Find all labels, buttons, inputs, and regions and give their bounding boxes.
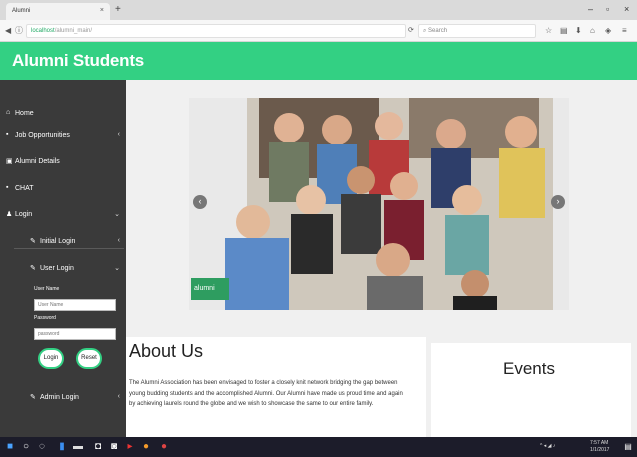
search-input[interactable]: ⌕ Search (418, 24, 536, 38)
firefox-icon[interactable]: ● (140, 441, 152, 453)
sidebar-item-label: User Login (40, 265, 74, 272)
chat-icon: ▪ (6, 184, 9, 191)
sidebar-item-chat[interactable]: ▪ CHAT (0, 178, 126, 200)
user-login-form: User Name Password (34, 286, 120, 344)
back-arrow-icon[interactable]: ◀ (5, 26, 11, 35)
chevron-left-icon: ‹ (117, 237, 120, 244)
url-path: /alumni_main/ (54, 28, 93, 34)
sidebar-item-initial-login[interactable]: ✎ Initial Login ‹ (0, 231, 126, 253)
shield-icon[interactable]: ◈ (605, 26, 611, 35)
username-input[interactable] (34, 299, 116, 311)
pencil-icon: ✎ (30, 238, 36, 245)
clock-date[interactable]: 1/1/2017 (590, 447, 609, 453)
star-icon[interactable]: ☆ (545, 26, 552, 35)
sidebar-item-label: Job Opportunities (15, 132, 70, 139)
minimize-button[interactable]: – (588, 4, 593, 14)
password-input[interactable] (34, 328, 116, 340)
sidebar: ⌂ Home ▪ Job Opportunities ‹ ▣ Alumni De… (0, 80, 126, 437)
url-input[interactable]: localhost/alumni_main/ (26, 24, 406, 38)
mail-icon[interactable]: ◙ (108, 441, 120, 453)
carousel-caption: alumni (191, 278, 229, 300)
sidebar-item-label: Initial Login (40, 238, 76, 245)
id-card-icon: ▣ (6, 158, 13, 165)
browser-tab[interactable]: Alumni × (6, 3, 110, 20)
reset-button[interactable]: Reset (76, 348, 102, 369)
windows-start-icon[interactable]: ■ (4, 441, 16, 453)
chevron-down-icon: ⌄ (114, 211, 120, 218)
home-button-icon[interactable]: ⌂ (590, 26, 595, 35)
sidebar-item-label: Alumni Details (15, 158, 60, 165)
main-content: ‹ › alumni About Us The Alumni Associati… (126, 80, 637, 437)
cortana-icon[interactable]: ◌ (36, 441, 48, 453)
sidebar-item-login[interactable]: ♟ Login ⌄ (0, 204, 126, 226)
user-icon: ♟ (6, 211, 13, 218)
carousel-next-button[interactable]: › (551, 195, 565, 209)
edge-browser-icon[interactable]: ▮ (56, 441, 68, 453)
store-icon[interactable]: ◘ (92, 441, 104, 453)
url-host: localhost (31, 28, 55, 34)
tab-close-icon[interactable]: × (100, 7, 104, 14)
home-icon: ⌂ (6, 109, 11, 116)
sidebar-item-home[interactable]: ⌂ Home (0, 103, 126, 125)
browser-address-bar: ◀ ⓘ localhost/alumni_main/ ⟳ ⌕ Search ☆ … (0, 20, 637, 42)
app-icon[interactable]: ● (158, 441, 170, 453)
divider (14, 248, 124, 249)
site-header: Alumni Students (0, 42, 637, 80)
sidebar-item-label: CHAT (15, 185, 34, 192)
notification-icon[interactable]: ▤ (622, 441, 634, 453)
menu-icon[interactable]: ≡ (622, 26, 627, 35)
sidebar-item-user-login[interactable]: ✎ User Login ⌄ (0, 258, 126, 280)
clock-time[interactable]: 7:57 AM (590, 440, 608, 446)
about-title: About Us (129, 341, 204, 361)
events-section: Events (431, 343, 631, 437)
sidebar-item-label: Home (15, 110, 34, 117)
system-tray-icons[interactable]: ^ ◂ ◢ ♪ (540, 443, 555, 449)
carousel-prev-button[interactable]: ‹ (193, 195, 207, 209)
login-button-group: Login Reset (38, 348, 118, 374)
chevron-left-icon: ‹ (117, 393, 120, 400)
refresh-icon[interactable]: ⟳ (408, 26, 414, 34)
about-text: The Alumni Association has been envisage… (129, 380, 403, 407)
username-label: User Name (34, 286, 60, 292)
windows-taskbar: ■ ○ ◌ ▮ ▬ ◘ ◙ ▸ ● ● ^ ◂ ◢ ♪ 7:57 AM 1/1/… (0, 437, 637, 457)
close-window-button[interactable]: × (624, 4, 629, 14)
sidebar-item-alumni-details[interactable]: ▣ Alumni Details (0, 151, 126, 173)
briefcase-icon: ▪ (6, 131, 9, 138)
new-tab-button[interactable]: + (115, 5, 121, 15)
pencil-icon: ✎ (30, 394, 36, 401)
tab-title: Alumni (12, 8, 31, 14)
events-title: Events (503, 359, 555, 378)
image-carousel: ‹ › alumni (189, 98, 569, 310)
sidebar-item-job-opportunities[interactable]: ▪ Job Opportunities ‹ (0, 125, 126, 147)
browser-tab-bar: Alumni × + – ▫ × (0, 0, 637, 20)
reading-list-icon[interactable]: ▤ (560, 26, 568, 35)
download-icon[interactable]: ⬇ (575, 26, 582, 35)
file-explorer-icon[interactable]: ▬ (72, 441, 84, 453)
pencil-icon: ✎ (30, 265, 36, 272)
search-icon: ⌕ (423, 28, 427, 34)
sidebar-item-admin-login[interactable]: ✎ Admin Login ‹ (0, 387, 126, 409)
password-label: Password (34, 315, 56, 321)
about-section: About Us The Alumni Association has been… (126, 337, 426, 437)
search-icon[interactable]: ○ (20, 441, 32, 453)
maximize-button[interactable]: ▫ (606, 4, 609, 14)
login-button[interactable]: Login (38, 348, 64, 369)
chevron-left-icon: ‹ (117, 131, 120, 138)
acrobat-icon[interactable]: ▸ (124, 441, 136, 453)
search-placeholder: Search (428, 28, 448, 34)
alumni-group-photo (189, 98, 569, 310)
site-title[interactable]: Alumni Students (12, 51, 144, 71)
chevron-down-icon: ⌄ (114, 265, 120, 272)
sidebar-item-label: Admin Login (40, 394, 79, 401)
info-icon[interactable]: ⓘ (15, 26, 23, 35)
sidebar-item-label: Login (15, 211, 33, 218)
